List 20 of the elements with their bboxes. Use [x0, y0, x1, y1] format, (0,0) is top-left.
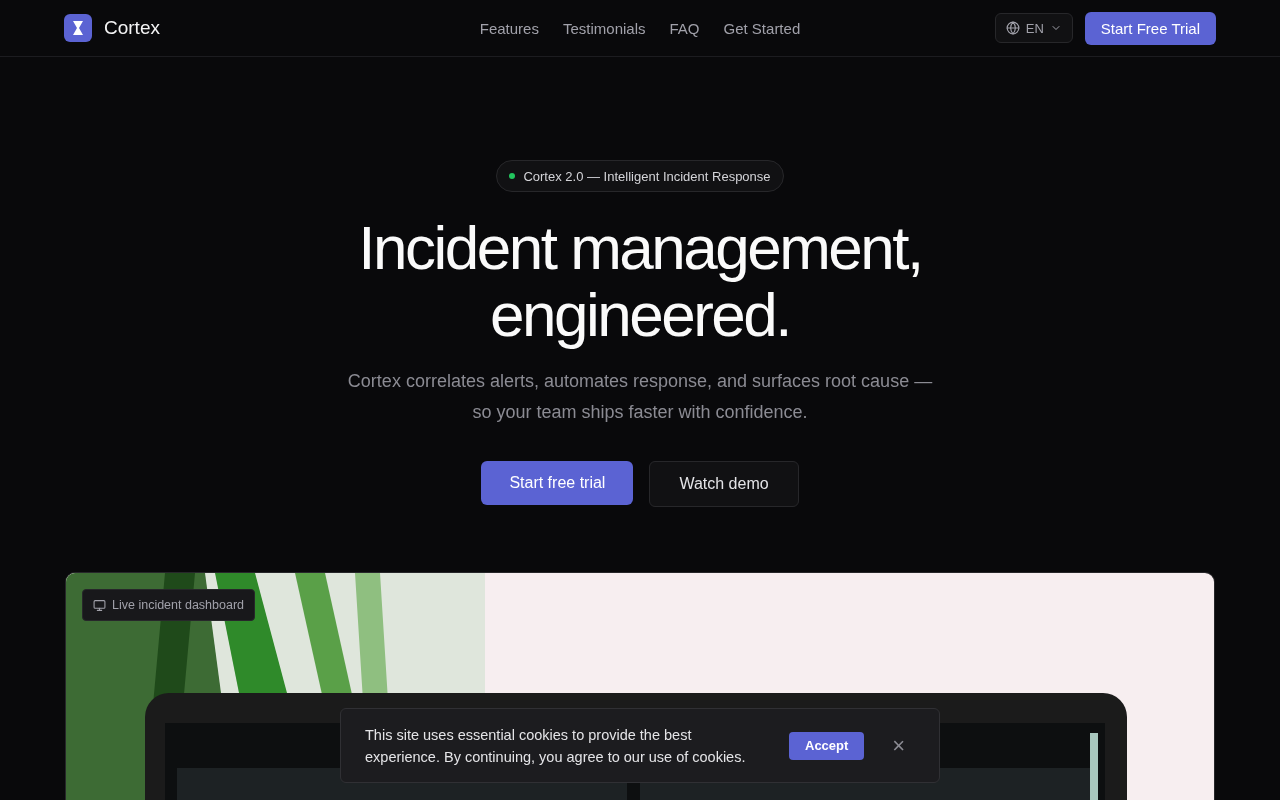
- brand-name: Cortex: [104, 17, 160, 39]
- nav-link[interactable]: Get Started: [723, 19, 801, 37]
- hero-heading: Incident management,: [358, 214, 922, 281]
- watch-demo-button[interactable]: Watch demo: [649, 461, 799, 507]
- badge-text: Cortex 2.0 — Intelligent Incident Response: [523, 168, 771, 184]
- start-trial-button[interactable]: Start Free Trial: [1084, 11, 1216, 45]
- nav-link[interactable]: Features: [479, 19, 539, 37]
- accept-button[interactable]: Accept: [789, 731, 865, 760]
- start-trial-button[interactable]: Start free trial: [481, 461, 634, 505]
- hero-subtitle: Cortex correlates alerts, automates response, and surfaces root cause — so your team ships faster with confidence.: [346, 370, 934, 424]
- monitor-icon: [93, 598, 106, 612]
- label-text: Live incident dashboard: [112, 598, 245, 612]
- cookie-text: This site uses essential cookies to provide the best experience. By continuing, you agree to our use of cookies.: [365, 725, 747, 767]
- hourglass-icon: [64, 14, 92, 42]
- nav-link[interactable]: Testimonials: [562, 19, 646, 37]
- nav-link[interactable]: FAQ: [669, 19, 700, 37]
- hero-heading: engineered.: [489, 281, 790, 348]
- globe-icon: [1005, 21, 1020, 35]
- close-button[interactable]: ×: [888, 732, 910, 759]
- language-selector[interactable]: EN: [994, 13, 1073, 43]
